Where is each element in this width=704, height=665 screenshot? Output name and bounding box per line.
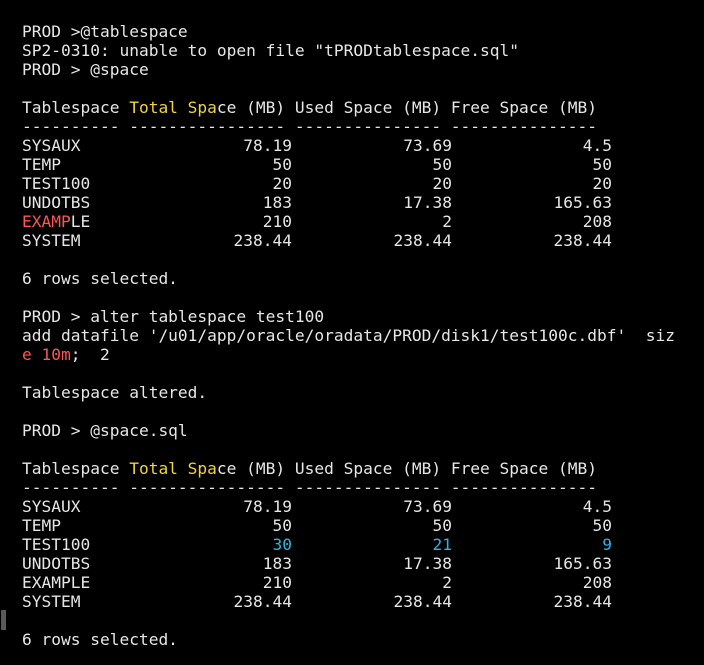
total-space-cell: 183 <box>262 554 292 573</box>
terminal-line: SP2-0310: unable to open file "tPRODtabl… <box>22 41 520 60</box>
free-space-cell: 208 <box>582 212 612 231</box>
used-space-cell: 21 <box>432 535 453 554</box>
free-space-cell: 9 <box>602 535 612 554</box>
terminal-line: add datafile '/u01/app/oracle/oradata/PR… <box>22 326 675 345</box>
used-space-cell: 50 <box>432 155 453 174</box>
text-segment: EXAMP <box>22 212 71 231</box>
tablespace-name: SYSTEM <box>22 231 81 250</box>
terminal-line: e 10m; 2 <box>22 345 704 364</box>
text-segment: Total Spa <box>129 459 217 478</box>
table-row: TEST100 20 20 20 <box>22 174 704 193</box>
tablespace-name: UNDOTBS <box>22 554 91 573</box>
tablespace-name: TEST100 <box>22 174 91 193</box>
terminal-line: Tablespace altered. <box>22 383 208 402</box>
table-row: TEST100 30 21 9 <box>22 535 704 554</box>
free-space-cell: 208 <box>582 573 612 592</box>
tablespace-name: EXAMPLE <box>22 212 132 231</box>
used-space-cell: 238.44 <box>393 592 452 611</box>
total-space-cell: 30 <box>272 535 293 554</box>
tablespace-name: TEMP <box>22 155 61 174</box>
tablespace-name: SYSAUX <box>22 497 81 516</box>
text-segment: Tablespace <box>22 98 130 117</box>
total-space-cell: 210 <box>262 573 292 592</box>
terminal-line: PROD > @space.sql <box>22 421 188 440</box>
text-segment: Total Spa <box>129 98 217 117</box>
total-space-cell: 238.44 <box>233 592 292 611</box>
free-space-cell: 165.63 <box>553 193 612 212</box>
used-space-cell: 73.69 <box>403 497 452 516</box>
table-row: EXAMPLE 210 2 208 <box>22 573 704 592</box>
total-space-cell: 210 <box>262 212 292 231</box>
terminal-line: 6 rows selected. <box>22 269 178 288</box>
text-segment: ce (MB) Used Space (MB) Free Space (MB) <box>216 459 598 478</box>
table-row: SYSTEM 238.44 238.44 238.44 <box>22 231 704 250</box>
table-header: Tablespace Total Space (MB) Used Space (… <box>22 98 704 117</box>
text-segment: Tablespace <box>22 459 130 478</box>
terminal-window[interactable]: PROD >@tablespace SP2-0310: unable to ope… <box>0 0 704 665</box>
terminal-line: PROD > @space <box>22 60 149 79</box>
table-row: SYSAUX 78.19 73.69 4.5 <box>22 497 704 516</box>
used-space-cell: 17.38 <box>403 193 452 212</box>
tablespace-name: EXAMPLE <box>22 573 91 592</box>
free-space-cell: 50 <box>592 155 613 174</box>
used-space-cell: 73.69 <box>403 136 452 155</box>
tablespace-name: TEMP <box>22 516 61 535</box>
table-row: SYSTEM 238.44 238.44 238.44 <box>22 592 704 611</box>
text-segment: LE <box>70 212 91 231</box>
free-space-cell: 4.5 <box>582 136 612 155</box>
used-space-cell: 50 <box>432 516 453 535</box>
terminal-line: ---------- ---------------- ------------… <box>22 478 597 497</box>
total-space-cell: 50 <box>272 516 293 535</box>
terminal-line: 6 rows selected. <box>22 630 178 649</box>
table-header: Tablespace Total Space (MB) Used Space (… <box>22 459 704 478</box>
total-space-cell: 20 <box>272 174 293 193</box>
tablespace-name: UNDOTBS <box>22 193 91 212</box>
free-space-cell: 238.44 <box>553 231 612 250</box>
tablespace-name: SYSTEM <box>22 592 81 611</box>
tablespace-name: SYSAUX <box>22 136 81 155</box>
scrollbar-thumb[interactable] <box>1 610 6 630</box>
table-row: TEMP 50 50 50 <box>22 516 704 535</box>
free-space-cell: 50 <box>592 516 613 535</box>
total-space-cell: 183 <box>262 193 292 212</box>
free-space-cell: 20 <box>592 174 613 193</box>
used-space-cell: 2 <box>442 573 452 592</box>
terminal-output: PROD >@tablespace SP2-0310: unable to ope… <box>22 22 704 649</box>
table-row: SYSAUX 78.19 73.69 4.5 <box>22 136 704 155</box>
used-space-cell: 2 <box>442 212 452 231</box>
scrollbar[interactable] <box>0 0 7 665</box>
used-space-cell: 20 <box>432 174 453 193</box>
terminal-line: PROD > alter tablespace test100 <box>22 307 325 326</box>
total-space-cell: 50 <box>272 155 293 174</box>
text-segment: ce (MB) Used Space (MB) Free Space (MB) <box>216 98 598 117</box>
free-space-cell: 4.5 <box>582 497 612 516</box>
used-space-cell: 17.38 <box>403 554 452 573</box>
free-space-cell: 238.44 <box>553 592 612 611</box>
terminal-line: ---------- ---------------- ------------… <box>22 117 597 136</box>
table-row: UNDOTBS 183 17.38 165.63 <box>22 554 704 573</box>
total-space-cell: 238.44 <box>233 231 292 250</box>
table-row: EXAMPLE 210 2 208 <box>22 212 704 231</box>
terminal-line: PROD >@tablespace <box>22 22 188 41</box>
used-space-cell: 238.44 <box>393 231 452 250</box>
text-segment: e 10m <box>22 345 71 364</box>
text-segment: ; 2 <box>70 345 110 364</box>
table-row: TEMP 50 50 50 <box>22 155 704 174</box>
tablespace-name: TEST100 <box>22 535 91 554</box>
total-space-cell: 78.19 <box>243 497 292 516</box>
table-row: UNDOTBS 183 17.38 165.63 <box>22 193 704 212</box>
total-space-cell: 78.19 <box>243 136 292 155</box>
free-space-cell: 165.63 <box>553 554 612 573</box>
